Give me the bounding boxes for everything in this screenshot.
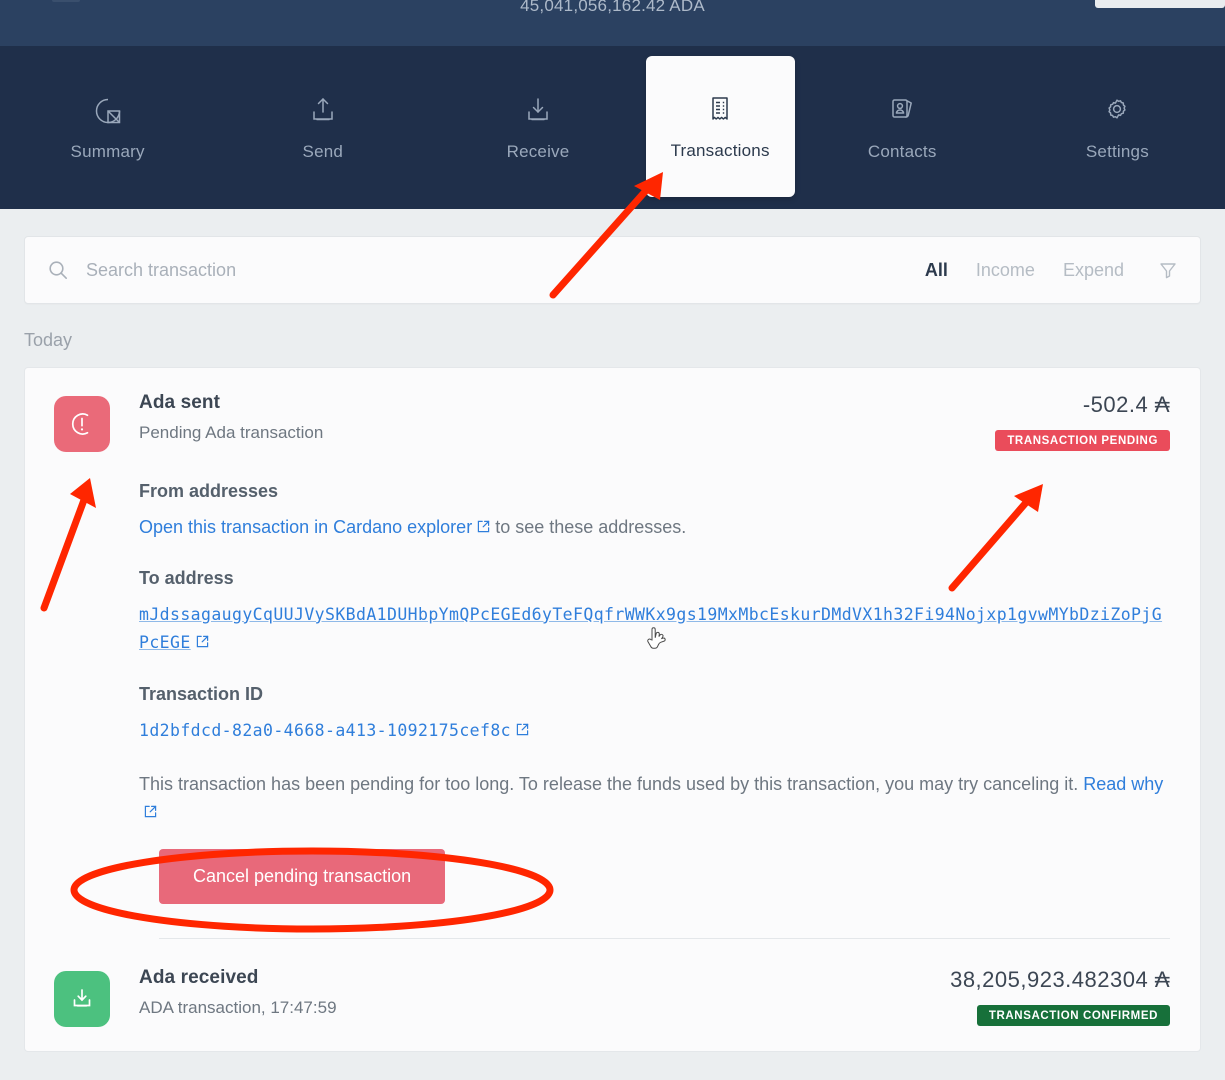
filter-income[interactable]: Income <box>976 260 1035 281</box>
header-left-stub <box>52 0 80 2</box>
transaction-item-pending[interactable]: Ada sent Pending Ada transaction -502.4 … <box>25 368 1200 938</box>
transaction-title: Ada received <box>139 966 259 988</box>
search-input[interactable] <box>86 259 925 281</box>
nav-label: Settings <box>1085 141 1149 161</box>
transaction-body: Ada received ADA transaction, 17:47:59 3… <box>139 967 1200 1027</box>
filter-all[interactable]: All <box>925 260 948 281</box>
download-icon <box>521 94 555 128</box>
external-link-icon[interactable] <box>477 514 490 533</box>
transaction-amount: -502.4 ₳ <box>1082 392 1170 417</box>
contacts-icon <box>885 94 919 128</box>
transaction-id-value[interactable]: 1d2bfdcd-82a0-4668-a413-1092175cef8c <box>139 721 511 740</box>
read-why-link[interactable]: Read why <box>1083 774 1163 794</box>
nav-item-settings[interactable]: Settings <box>1010 46 1225 209</box>
transaction-icon-column <box>25 392 139 849</box>
pie-chart-icon <box>91 94 125 128</box>
app-root: 45,041,056,162.42 ADA Summary Send Recei… <box>0 0 1225 1080</box>
transaction-details: From addresses Open this transaction in … <box>139 451 1170 827</box>
transactions-list: Ada sent Pending Ada transaction -502.4 … <box>24 367 1201 1052</box>
pending-warning-text: This transaction has been pending for to… <box>139 774 1084 795</box>
filter-expend[interactable]: Expend <box>1063 260 1124 281</box>
transaction-amount: 38,205,923.482304 ₳ <box>950 966 1170 992</box>
transaction-body: Ada sent Pending Ada transaction -502.4 … <box>139 392 1200 849</box>
nav-label: Receive <box>506 141 570 161</box>
day-group-label: Today <box>24 330 73 350</box>
transaction-id-block: Transaction ID 1d2bfdcd-82a0-4668-a413-1… <box>139 684 1170 745</box>
from-addresses-rest: to see these addresses. <box>490 517 687 537</box>
cardano-explorer-link[interactable]: Open this transaction in Cardano explore… <box>139 517 472 537</box>
content-area: All Income Expend <box>0 236 1225 304</box>
gear-icon <box>1100 94 1134 128</box>
cancel-button-row: Cancel pending transaction <box>25 848 1200 938</box>
main-navigation: Summary Send Receive Transactions Contac… <box>0 46 1225 209</box>
nav-item-transactions[interactable]: Transactions <box>645 56 795 197</box>
transaction-subtitle: ADA transaction, 17:47:59 <box>139 997 337 1017</box>
transaction-icon-column <box>25 967 139 1027</box>
transaction-item-received[interactable]: Ada received ADA transaction, 17:47:59 3… <box>25 939 1200 1051</box>
transaction-amount-column: 38,205,923.482304 ₳ TRANSACTION CONFIRME… <box>950 967 1170 1026</box>
nav-item-contacts[interactable]: Contacts <box>795 46 1010 209</box>
transaction-title: Ada sent <box>139 392 221 413</box>
transaction-subtitle: Pending Ada transaction <box>139 423 324 442</box>
table-row[interactable]: Ada sent Pending Ada transaction -502.4 … <box>25 368 1200 849</box>
pending-warning-note: This transaction has been pending for to… <box>139 771 1169 827</box>
to-address-value-wrap: mJdssagaugyCqUUJVySKBdA1DUHbpYmQPcEGEd6y… <box>139 601 1170 658</box>
external-link-icon[interactable] <box>196 629 209 648</box>
download-box-icon <box>54 970 110 1027</box>
nav-item-send[interactable]: Send <box>215 46 430 209</box>
from-addresses-heading: From addresses <box>139 481 279 501</box>
to-address-heading: To address <box>139 567 234 588</box>
pending-exclamation-icon <box>54 396 110 452</box>
nav-item-summary[interactable]: Summary <box>0 46 215 209</box>
nav-label: Transactions <box>670 140 770 160</box>
upload-icon <box>306 94 340 128</box>
nav-item-receive[interactable]: Receive <box>430 46 645 209</box>
status-badge: TRANSACTION PENDING <box>995 430 1170 451</box>
search-icon[interactable] <box>47 259 69 281</box>
status-badge: TRANSACTION CONFIRMED <box>976 1004 1170 1026</box>
wallet-balance: 45,041,056,162.42 ADA <box>520 0 705 15</box>
transaction-amount-column: -502.4 ₳ TRANSACTION PENDING <box>995 392 1170 451</box>
external-link-icon[interactable] <box>516 717 529 735</box>
to-address-block: To address mJdssagaugyCqUUJVySKBdA1DUHbp… <box>139 568 1170 658</box>
nav-label: Contacts <box>867 141 937 161</box>
to-address-value[interactable]: mJdssagaugyCqUUJVySKBdA1DUHbpYmQPcEGEd6y… <box>139 605 1162 652</box>
nav-label: Summary <box>70 141 145 161</box>
filter-group: All Income Expend <box>925 260 1178 281</box>
search-bar: All Income Expend <box>24 236 1201 304</box>
cancel-pending-transaction-button[interactable]: Cancel pending transaction <box>159 848 446 904</box>
nav-label: Send <box>302 141 344 161</box>
from-addresses-text: Open this transaction in Cardano explore… <box>139 514 1170 542</box>
receipt-icon <box>703 93 737 127</box>
external-link-icon[interactable] <box>144 799 157 818</box>
wallet-header: 45,041,056,162.42 ADA <box>0 0 1225 46</box>
transaction-id-value-wrap: 1d2bfdcd-82a0-4668-a413-1092175cef8c <box>139 717 1170 745</box>
from-addresses-block: From addresses Open this transaction in … <box>139 481 1170 542</box>
transaction-id-heading: Transaction ID <box>139 683 264 704</box>
header-right-stub <box>1095 0 1225 8</box>
funnel-icon[interactable] <box>1158 260 1178 280</box>
